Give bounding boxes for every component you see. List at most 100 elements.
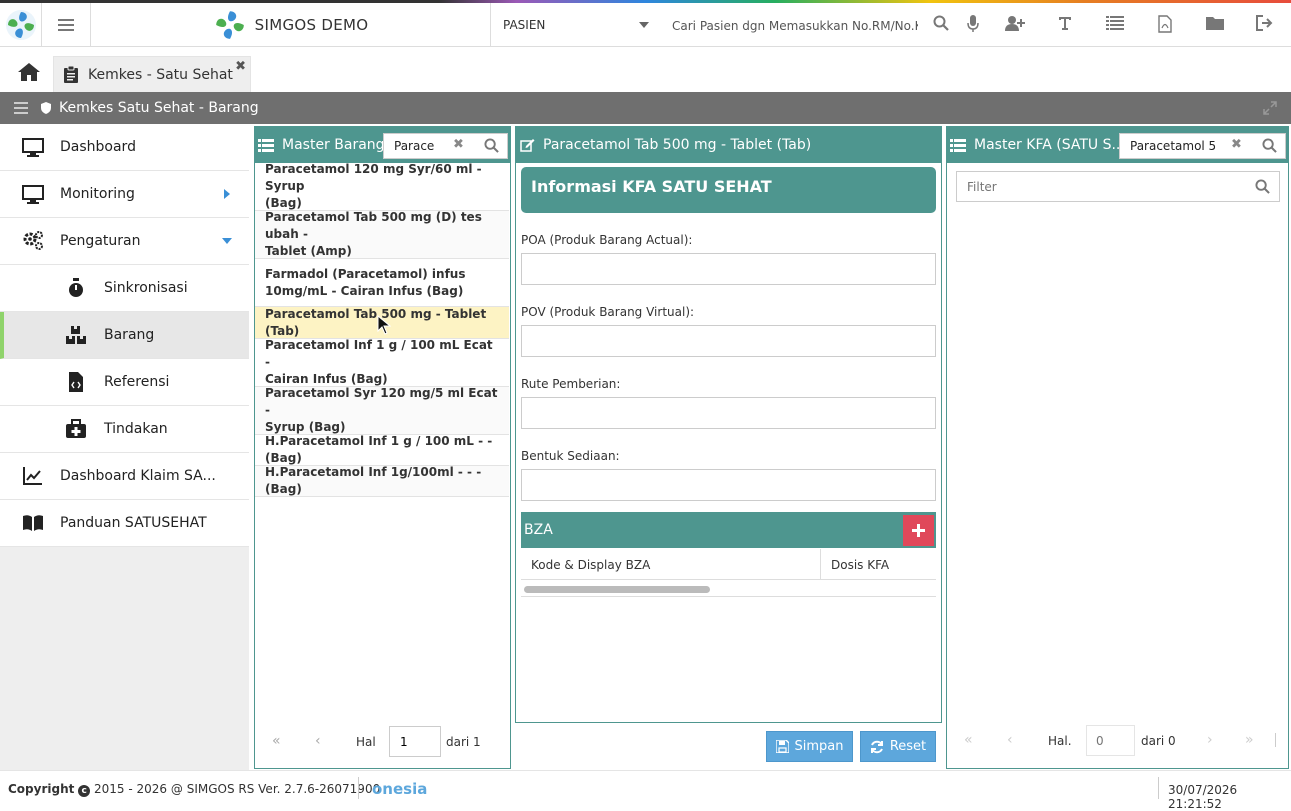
book-icon — [23, 515, 43, 531]
first-page-icon[interactable]: « — [964, 732, 973, 748]
last-page-icon[interactable]: » — [1245, 732, 1254, 748]
info-kfa-header: Informasi KFA SATU SEHAT — [521, 167, 936, 213]
sidebar-item-tindakan[interactable]: Tindakan — [0, 406, 249, 453]
expand-icon[interactable] — [1263, 101, 1277, 115]
mouse-cursor-icon — [377, 315, 391, 335]
prev-page-icon[interactable]: ‹ — [1007, 732, 1013, 748]
brand-area: SIMGOS DEMO — [91, 3, 491, 47]
list-icon[interactable] — [1105, 15, 1125, 35]
master-barang-panel: Master Barang ✖ Paracetamol 120 mg Syr/6… — [254, 126, 511, 769]
home-icon — [18, 63, 40, 81]
page-input[interactable] — [389, 726, 441, 757]
kfa-search-input[interactable] — [1119, 133, 1286, 159]
home-tab[interactable] — [10, 62, 48, 86]
sidebar-item-dashboard-klaim[interactable]: Dashboard Klaim SA... — [0, 453, 249, 500]
gears-icon — [23, 231, 43, 250]
prev-page-icon[interactable]: ‹ — [315, 733, 321, 749]
sidebar-item-monitoring[interactable]: Monitoring — [0, 171, 249, 218]
copyright-icon: c — [78, 785, 91, 797]
app-name: SIMGOS DEMO — [254, 16, 369, 34]
folder-icon[interactable] — [1205, 15, 1225, 35]
add-user-icon[interactable] — [1005, 15, 1025, 35]
tab-kemkes-satu-sehat[interactable]: Kemkes - Satu Sehat ✖ — [53, 56, 251, 92]
logout-icon[interactable] — [1255, 15, 1275, 35]
copyright: Copyright c 2015 - 2026 @ SIMGOS RS Ver.… — [8, 782, 381, 797]
stopwatch-icon — [69, 278, 83, 297]
breadcrumb: Kemkes Satu Sehat - Barang — [0, 92, 1291, 124]
brand-logo-icon — [215, 11, 244, 39]
pdf-file-icon[interactable] — [1155, 15, 1175, 35]
list-item[interactable]: H.Paracetamol Inf 1 g / 100 mL - - (Bag) — [255, 434, 509, 466]
list-item[interactable]: Farmadol (Paracetamol) infus 10mg/mL - Ca… — [255, 259, 509, 307]
save-button[interactable]: Simpan — [766, 731, 853, 762]
file-code-icon — [69, 372, 83, 392]
detail-panel: Paracetamol Tab 500 mg - Tablet (Tab) In… — [515, 126, 942, 723]
pov-label: POV (Produk Barang Virtual): — [521, 305, 695, 319]
hal-label: Hal. — [1048, 734, 1072, 748]
boxes-icon — [66, 326, 86, 344]
patient-search-input[interactable] — [672, 17, 918, 35]
detail-header: Paracetamol Tab 500 mg - Tablet (Tab) — [516, 127, 941, 163]
hal-label: Hal — [356, 735, 376, 749]
footer: Copyright c 2015 - 2026 @ SIMGOS RS Ver.… — [0, 770, 1291, 811]
page-total: dari 1 — [446, 735, 481, 749]
search-icon[interactable] — [1262, 138, 1277, 153]
logo-cell[interactable] — [0, 3, 42, 47]
monitor-icon — [22, 138, 44, 157]
list-item[interactable]: Paracetamol Inf 1 g / 100 mL Ecat - Caira… — [255, 338, 509, 387]
app-logo-icon — [5, 10, 36, 40]
search-icon[interactable] — [1255, 179, 1270, 194]
page-input[interactable] — [1086, 725, 1135, 756]
panel-title: Master Barang — [282, 137, 385, 153]
sidebar-item-panduan[interactable]: Panduan SATUSEHAT — [0, 500, 249, 547]
partner-logo-text: onesia — [372, 780, 428, 798]
shield-icon — [41, 102, 51, 114]
microphone-icon[interactable] — [963, 15, 983, 35]
clear-search-icon[interactable]: ✖ — [1231, 137, 1242, 152]
clear-search-icon[interactable]: ✖ — [453, 137, 464, 152]
list-item[interactable]: H.Paracetamol Inf 1g/100ml - - - (Bag) — [255, 465, 509, 497]
pasien-dropdown[interactable]: PASIEN — [491, 3, 661, 47]
rute-input[interactable] — [521, 397, 936, 429]
sidebar-item-referensi[interactable]: Referensi — [0, 359, 249, 406]
poa-label: POA (Produk Barang Actual): — [521, 233, 693, 247]
caret-down-icon — [639, 22, 649, 28]
caret-right-icon — [224, 189, 230, 199]
close-tab-icon[interactable]: ✖ — [235, 59, 246, 74]
bentuk-input[interactable] — [521, 469, 936, 501]
monitor-icon — [22, 185, 44, 204]
column-header: Dosis KFA — [831, 558, 890, 572]
list-item[interactable]: Paracetamol Tab 500 mg (D) tes ubah - Tab… — [255, 210, 509, 259]
sidebar-item-dashboard[interactable]: Dashboard — [0, 124, 249, 171]
first-page-icon[interactable]: « — [272, 733, 281, 749]
pov-input[interactable] — [521, 325, 936, 357]
breadcrumb-text: Kemkes Satu Sehat - Barang — [59, 100, 259, 116]
list-item[interactable]: Paracetamol Syr 120 mg/5 ml Ecat - Syrup … — [255, 386, 509, 435]
sidebar-item-pengaturan[interactable]: Pengaturan — [0, 218, 249, 265]
master-kfa-panel: Master KFA (SATU S... ✖ « ‹ Hal. dari 0 … — [946, 126, 1289, 769]
datetime: 30/07/2026 21:21:52 — [1168, 783, 1238, 811]
detail-title: Paracetamol Tab 500 mg - Tablet (Tab) — [543, 137, 812, 153]
horizontal-scrollbar[interactable] — [524, 586, 710, 593]
panel-title: Master KFA (SATU S... — [974, 137, 1125, 153]
edit-icon — [520, 139, 535, 152]
sidebar-item-barang[interactable]: Barang — [0, 312, 249, 359]
search-icon[interactable] — [931, 15, 951, 35]
clipboard-icon — [64, 66, 78, 83]
column-header: Kode & Display BZA — [531, 558, 651, 572]
kfa-filter-input[interactable] — [956, 171, 1280, 202]
hamburger-icon — [58, 19, 74, 31]
bza-title: BZA — [524, 522, 553, 538]
search-icon[interactable] — [484, 138, 499, 153]
text-format-icon[interactable] — [1055, 15, 1075, 35]
medkit-icon — [66, 419, 86, 438]
refresh-icon — [870, 740, 883, 753]
next-page-icon[interactable]: › — [1207, 732, 1213, 748]
sidebar-collapse-icon[interactable] — [14, 102, 28, 114]
sidebar-item-sinkronisasi[interactable]: Sinkronisasi — [0, 265, 249, 312]
list-item[interactable]: Paracetamol 120 mg Syr/60 ml - Syrup (Bag… — [255, 162, 509, 211]
poa-input[interactable] — [521, 253, 936, 285]
reset-button[interactable]: Reset — [860, 731, 936, 762]
menu-toggle-button[interactable] — [42, 3, 91, 47]
add-bza-button[interactable] — [903, 515, 934, 546]
